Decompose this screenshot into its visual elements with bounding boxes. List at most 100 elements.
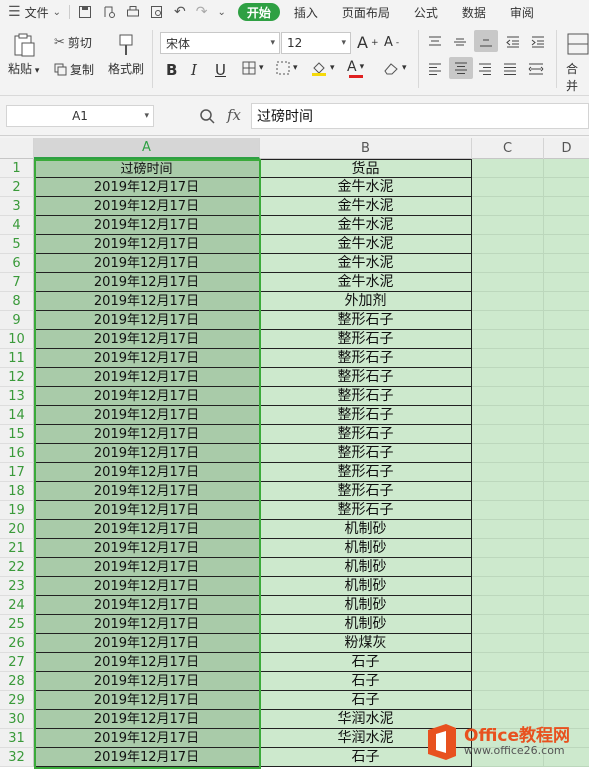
cell-b[interactable]: 整形石子 bbox=[260, 501, 472, 520]
row-number[interactable]: 17 bbox=[0, 463, 34, 482]
cell-d[interactable] bbox=[544, 425, 589, 444]
eraser-icon[interactable]: ▾ bbox=[383, 61, 407, 75]
cell-b[interactable]: 整形石子 bbox=[260, 349, 472, 368]
cell-a[interactable]: 过磅时间 bbox=[34, 159, 260, 178]
cell-b[interactable]: 金牛水泥 bbox=[260, 273, 472, 292]
cell-a[interactable]: 2019年12月17日 bbox=[34, 349, 260, 368]
cell-b[interactable]: 金牛水泥 bbox=[260, 178, 472, 197]
tab-data[interactable]: 数据 bbox=[462, 0, 486, 24]
cell-d[interactable] bbox=[544, 482, 589, 501]
row-number[interactable]: 2 bbox=[0, 178, 34, 197]
cell-c[interactable] bbox=[472, 292, 544, 311]
merge-style-icon[interactable]: ▾ bbox=[276, 61, 298, 75]
cell-b[interactable]: 货品 bbox=[260, 159, 472, 178]
justify-icon[interactable] bbox=[503, 62, 517, 76]
row-number[interactable]: 7 bbox=[0, 273, 34, 292]
cell-c[interactable] bbox=[472, 387, 544, 406]
cell-c[interactable] bbox=[472, 691, 544, 710]
merge-button[interactable]: 合并 bbox=[566, 32, 589, 94]
row-number[interactable]: 11 bbox=[0, 349, 34, 368]
cell-d[interactable] bbox=[544, 463, 589, 482]
row-number[interactable]: 27 bbox=[0, 653, 34, 672]
cell-b[interactable]: 金牛水泥 bbox=[260, 216, 472, 235]
row-number[interactable]: 22 bbox=[0, 558, 34, 577]
row-number[interactable]: 29 bbox=[0, 691, 34, 710]
cell-d[interactable] bbox=[544, 368, 589, 387]
print-icon[interactable] bbox=[126, 5, 140, 19]
bold-icon[interactable]: B bbox=[166, 61, 177, 79]
cell-c[interactable] bbox=[472, 197, 544, 216]
decrease-font-icon[interactable]: A- bbox=[384, 35, 399, 50]
cell-a[interactable]: 2019年12月17日 bbox=[34, 615, 260, 634]
cell-a[interactable]: 2019年12月17日 bbox=[34, 235, 260, 254]
row-number[interactable]: 15 bbox=[0, 425, 34, 444]
cell-b[interactable]: 整形石子 bbox=[260, 387, 472, 406]
cell-a[interactable]: 2019年12月17日 bbox=[34, 710, 260, 729]
cell-b[interactable]: 整形石子 bbox=[260, 463, 472, 482]
font-color-icon[interactable]: A ▾ bbox=[347, 59, 364, 78]
column-header-a[interactable]: A bbox=[34, 138, 260, 159]
align-top-icon[interactable] bbox=[428, 35, 442, 49]
row-number[interactable]: 12 bbox=[0, 368, 34, 387]
align-right-icon[interactable] bbox=[478, 62, 492, 76]
cell-a[interactable]: 2019年12月17日 bbox=[34, 729, 260, 748]
cell-c[interactable] bbox=[472, 463, 544, 482]
cell-b[interactable]: 整形石子 bbox=[260, 425, 472, 444]
cell-d[interactable] bbox=[544, 406, 589, 425]
cell-d[interactable] bbox=[544, 330, 589, 349]
cell-b[interactable]: 整形石子 bbox=[260, 368, 472, 387]
cell-c[interactable] bbox=[472, 254, 544, 273]
spreadsheet-grid[interactable]: A B C D 1 过磅时间 货品 2 2019年12月17日 金牛水泥 3 2019年12月… bbox=[0, 138, 589, 769]
align-bottom-icon[interactable] bbox=[474, 30, 498, 52]
cell-a[interactable]: 2019年12月17日 bbox=[34, 691, 260, 710]
row-number[interactable]: 14 bbox=[0, 406, 34, 425]
cell-a[interactable]: 2019年12月17日 bbox=[34, 577, 260, 596]
decrease-indent-icon[interactable] bbox=[506, 35, 520, 49]
cell-a[interactable]: 2019年12月17日 bbox=[34, 311, 260, 330]
cell-b[interactable]: 机制砂 bbox=[260, 539, 472, 558]
paste-button[interactable]: 粘贴 ▾ bbox=[8, 32, 39, 77]
cell-a[interactable]: 2019年12月17日 bbox=[34, 463, 260, 482]
cell-d[interactable] bbox=[544, 577, 589, 596]
align-center-icon[interactable] bbox=[449, 57, 473, 79]
cell-d[interactable] bbox=[544, 672, 589, 691]
cell-c[interactable] bbox=[472, 482, 544, 501]
print-preview-icon[interactable] bbox=[150, 5, 164, 19]
row-number[interactable]: 16 bbox=[0, 444, 34, 463]
tab-review[interactable]: 审阅 bbox=[510, 0, 534, 24]
cell-a[interactable]: 2019年12月17日 bbox=[34, 387, 260, 406]
cell-c[interactable] bbox=[472, 501, 544, 520]
cell-b[interactable]: 石子 bbox=[260, 653, 472, 672]
cell-a[interactable]: 2019年12月17日 bbox=[34, 444, 260, 463]
cell-c[interactable] bbox=[472, 368, 544, 387]
cell-b[interactable]: 石子 bbox=[260, 672, 472, 691]
zoom-function-icon[interactable] bbox=[199, 108, 215, 124]
cell-c[interactable] bbox=[472, 577, 544, 596]
cell-a[interactable]: 2019年12月17日 bbox=[34, 482, 260, 501]
row-number[interactable]: 9 bbox=[0, 311, 34, 330]
cell-d[interactable] bbox=[544, 615, 589, 634]
row-number[interactable]: 1 bbox=[0, 159, 34, 178]
cell-c[interactable] bbox=[472, 235, 544, 254]
tab-home[interactable]: 开始 bbox=[237, 3, 280, 21]
name-box[interactable]: A1 ▾ bbox=[6, 105, 154, 127]
cell-d[interactable] bbox=[544, 634, 589, 653]
cell-c[interactable] bbox=[472, 273, 544, 292]
cell-b[interactable]: 整形石子 bbox=[260, 311, 472, 330]
row-number[interactable]: 5 bbox=[0, 235, 34, 254]
cell-d[interactable] bbox=[544, 596, 589, 615]
cell-a[interactable]: 2019年12月17日 bbox=[34, 558, 260, 577]
cell-b[interactable]: 机制砂 bbox=[260, 615, 472, 634]
cell-d[interactable] bbox=[544, 292, 589, 311]
format-painter-button[interactable]: 格式刷 bbox=[108, 32, 144, 77]
cell-d[interactable] bbox=[544, 444, 589, 463]
cell-d[interactable] bbox=[544, 254, 589, 273]
cell-b[interactable]: 机制砂 bbox=[260, 596, 472, 615]
tab-page-layout[interactable]: 页面布局 bbox=[342, 0, 390, 24]
cell-c[interactable] bbox=[472, 425, 544, 444]
cell-a[interactable]: 2019年12月17日 bbox=[34, 216, 260, 235]
cell-c[interactable] bbox=[472, 349, 544, 368]
cell-c[interactable] bbox=[472, 406, 544, 425]
increase-font-icon[interactable]: A + bbox=[357, 33, 379, 52]
cell-d[interactable] bbox=[544, 235, 589, 254]
